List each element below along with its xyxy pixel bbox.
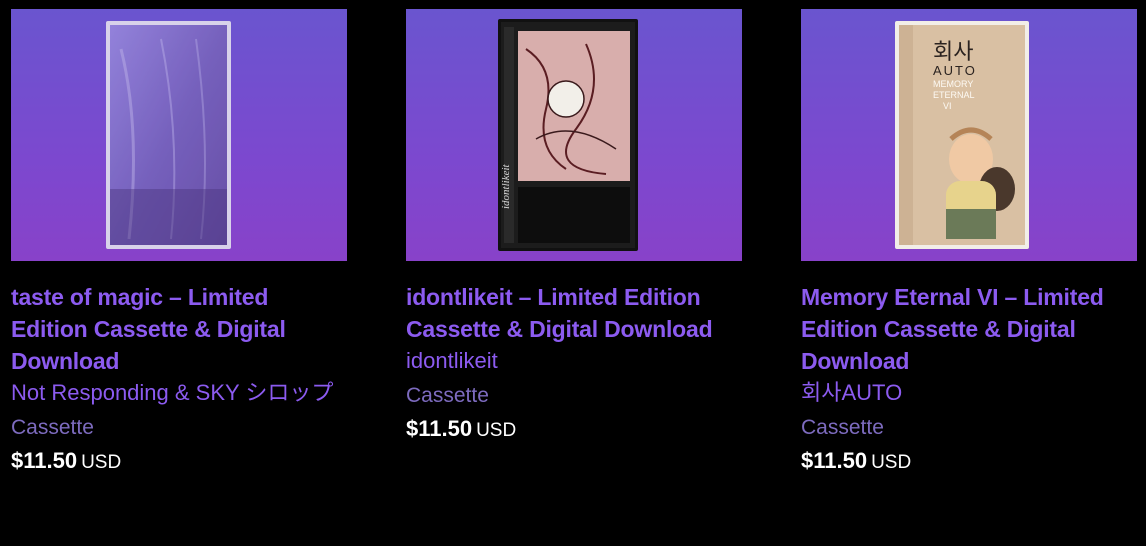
product-price: $11.50 USD — [11, 447, 347, 477]
product-artwork[interactable]: idontlikeit — [406, 9, 742, 261]
price-amount: $11.50 — [11, 448, 78, 473]
product-price: $11.50 USD — [406, 415, 742, 445]
price-currency: USD — [871, 452, 912, 473]
cover-title-text: 회사 — [933, 40, 973, 65]
product-card: taste of magic – Limited Edition Cassett… — [11, 9, 347, 477]
product-format: Cassette — [406, 384, 489, 407]
product-title[interactable]: Memory Eternal VI – Limited Edition Cass… — [801, 281, 1137, 377]
product-artist[interactable]: idontlikeit — [406, 345, 742, 377]
product-card: 회사 AUTO MEMORY ETERNAL VI Memory Eternal… — [801, 9, 1137, 477]
cover-auto-text: AUTO — [933, 63, 977, 78]
beige-cassette-cover-icon: 회사 AUTO MEMORY ETERNAL VI — [895, 21, 1029, 249]
cover-sub-text: MEMORY — [933, 79, 973, 89]
cover-text: idontlikeit — [500, 163, 512, 209]
product-artist[interactable]: Not Responding & SKY シロップ — [11, 377, 347, 409]
black-cassette-cover-icon: idontlikeit — [498, 19, 638, 251]
product-title[interactable]: taste of magic – Limited Edition Cassett… — [11, 281, 347, 377]
product-grid: taste of magic – Limited Edition Cassett… — [0, 0, 1146, 546]
product-format: Cassette — [801, 416, 884, 439]
product-price: $11.50 USD — [801, 447, 1137, 477]
cover-sub-text: VI — [943, 101, 952, 111]
price-currency: USD — [476, 420, 517, 441]
product-artwork[interactable]: 회사 AUTO MEMORY ETERNAL VI — [801, 9, 1137, 261]
price-currency: USD — [81, 452, 122, 473]
product-title[interactable]: idontlikeit – Limited Edition Cassette &… — [406, 281, 742, 345]
product-format: Cassette — [11, 416, 94, 439]
price-amount: $11.50 — [406, 416, 473, 441]
product-card: idontlikeit idontlikeit – Limited Editio… — [406, 9, 742, 445]
product-artist[interactable]: 회사AUTO — [801, 377, 1137, 409]
cover-sub-text: ETERNAL — [933, 90, 975, 100]
product-artwork[interactable] — [11, 9, 347, 261]
purple-cassette-cover-icon — [106, 21, 231, 249]
price-amount: $11.50 — [801, 448, 868, 473]
